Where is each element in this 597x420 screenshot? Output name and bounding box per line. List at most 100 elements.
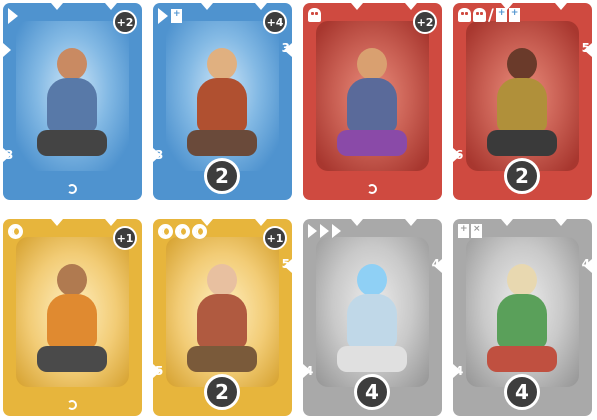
edge-number: 6 [455, 148, 464, 162]
character-card-8[interactable]: + × 4 4 4 [453, 219, 592, 416]
edge-number: 3 [5, 148, 14, 162]
card-notch [555, 3, 567, 10]
character-base [337, 346, 407, 372]
card-footer-icon [67, 400, 77, 410]
character-figure [337, 264, 407, 374]
card-cost [8, 8, 19, 24]
edge-number: 5 [581, 41, 590, 55]
card-notch [555, 219, 567, 226]
card-notch [255, 219, 267, 226]
edge-number: 4 [455, 364, 464, 378]
card-notch [201, 3, 213, 10]
card-notch [51, 219, 63, 226]
character-body [347, 78, 397, 133]
skull-icon [308, 8, 321, 22]
card-notch [501, 219, 513, 226]
character-figure [487, 48, 557, 158]
character-base [487, 346, 557, 372]
character-head [507, 264, 537, 296]
character-figure [187, 264, 257, 374]
character-card-7[interactable]: 4 4 4 [303, 219, 442, 416]
character-card-4[interactable]: / + +5 6 2 [453, 3, 592, 200]
card-notch [405, 3, 417, 10]
swirl-icon [8, 224, 23, 239]
card-value-badge: 4 [354, 374, 390, 410]
character-figure [487, 264, 557, 374]
character-base [37, 346, 107, 372]
character-base [187, 130, 257, 156]
card-value-badge: 2 [204, 158, 240, 194]
skull-icon [458, 8, 471, 22]
character-figure [187, 48, 257, 158]
bonus-badge: +1 [263, 226, 287, 250]
character-body [47, 78, 97, 133]
arrow-icon [332, 224, 341, 238]
card-cost: + × [458, 224, 482, 238]
card-footer-icon [67, 184, 77, 194]
character-head [57, 48, 87, 80]
bonus-badge: +2 [113, 10, 137, 34]
character-body [497, 294, 547, 349]
slash: / [488, 5, 494, 24]
card-cost [308, 8, 321, 22]
card-cost: + [158, 8, 182, 24]
edge-number: 3 [155, 148, 164, 162]
card-notch [255, 3, 267, 10]
add-document-icon: + [495, 8, 507, 22]
character-figure [37, 264, 107, 374]
card-notch [351, 219, 363, 226]
arrow-icon [158, 8, 168, 24]
card-notch [105, 219, 117, 226]
character-card-1[interactable]: +2 3 [3, 3, 142, 200]
edge-number: 4 [581, 257, 590, 271]
arrow-icon [308, 224, 317, 238]
add-document-icon: + [508, 8, 520, 22]
remove-document-icon: × [471, 224, 482, 238]
character-body [197, 294, 247, 349]
character-figure [37, 48, 107, 158]
character-body [497, 78, 547, 133]
add-document-icon: + [458, 224, 469, 238]
edge-number: 5 [281, 257, 290, 271]
bonus-badge: +4 [263, 10, 287, 34]
swirl-icon [158, 224, 173, 239]
character-head [357, 48, 387, 80]
swirl-icon [175, 224, 190, 239]
card-cost: / + + [458, 5, 520, 24]
character-head [357, 264, 387, 296]
card-notch [51, 3, 63, 10]
arrow-icon [8, 8, 18, 24]
card-notch [105, 3, 117, 10]
edge-number: 4 [305, 364, 314, 378]
card-board: +2 3 + +4 3 3 2 +2 /+ +5 6 2 +1 +1 5 5 2 444 + × 4 4 4 [0, 0, 597, 420]
character-body [197, 78, 247, 133]
skull-icon [473, 8, 486, 22]
character-body [347, 294, 397, 349]
character-base [187, 346, 257, 372]
card-cost [8, 224, 23, 239]
arrow-icon [320, 224, 329, 238]
character-card-5[interactable]: +1 [3, 219, 142, 416]
card-notch [405, 219, 417, 226]
card-notch [351, 3, 363, 10]
add-document-icon: + [171, 9, 182, 23]
character-head [207, 264, 237, 296]
character-base [487, 130, 557, 156]
card-value-badge: 2 [504, 158, 540, 194]
character-body [47, 294, 97, 349]
card-value-badge: 2 [204, 374, 240, 410]
card-cost [158, 224, 207, 239]
character-head [207, 48, 237, 80]
card-cost [308, 224, 342, 238]
bonus-badge: +2 [413, 10, 437, 34]
character-card-2[interactable]: + +4 3 3 2 [153, 3, 292, 200]
character-card-6[interactable]: +1 5 5 2 [153, 219, 292, 416]
swirl-icon [192, 224, 207, 239]
edge-marker-left [3, 43, 11, 57]
character-base [337, 130, 407, 156]
edge-number: 3 [281, 41, 290, 55]
character-head [507, 48, 537, 80]
character-head [57, 264, 87, 296]
bonus-badge: +1 [113, 226, 137, 250]
character-card-3[interactable]: +2 [303, 3, 442, 200]
